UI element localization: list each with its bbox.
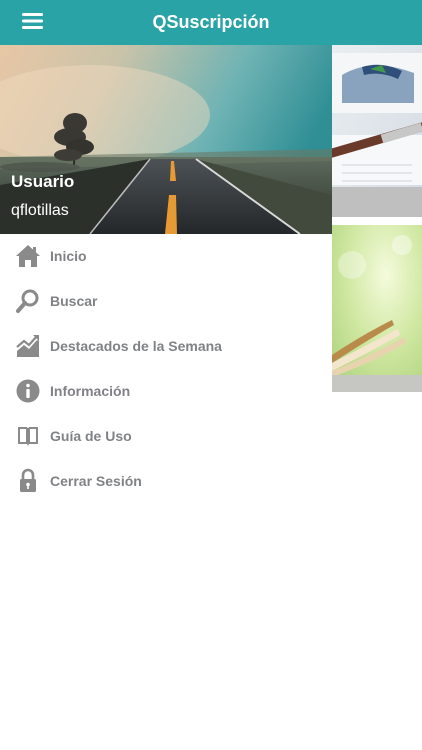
menu-item-label: Guía de Uso [50,428,132,444]
user-name: Usuario [11,172,75,191]
menu-item-cerrar-sesion[interactable]: Cerrar Sesión [0,459,332,504]
drawer-header: Usuario qflotillas [0,45,332,234]
book-icon [15,423,41,449]
menu-item-destacados[interactable]: Destacados de la Semana [0,324,332,369]
search-icon [15,288,41,314]
menu-item-buscar[interactable]: Buscar [0,279,332,324]
content-card-image[interactable] [332,225,422,392]
trending-chart-icon [15,333,41,359]
app-bar: QSuscripción [0,0,422,45]
menu-item-label: Inicio [50,248,87,264]
user-login: qflotillas [11,202,69,219]
content-card-image[interactable] [332,45,422,217]
home-icon [15,243,41,269]
navigation-drawer: Usuario qflotillas Inicio Buscar Destaca… [0,45,332,750]
info-icon [15,378,41,404]
menu-item-label: Información [50,383,131,399]
menu-item-label: Cerrar Sesión [50,473,142,489]
drawer-menu: Inicio Buscar Destacados de la Semana In… [0,234,332,504]
lock-icon [15,468,41,494]
menu-item-guia-de-uso[interactable]: Guía de Uso [0,414,332,459]
app-title: QSuscripción [152,12,270,32]
menu-item-informacion[interactable]: Información [0,369,332,414]
menu-item-label: Buscar [50,293,98,309]
menu-item-inicio[interactable]: Inicio [0,234,332,279]
menu-item-label: Destacados de la Semana [50,338,222,354]
